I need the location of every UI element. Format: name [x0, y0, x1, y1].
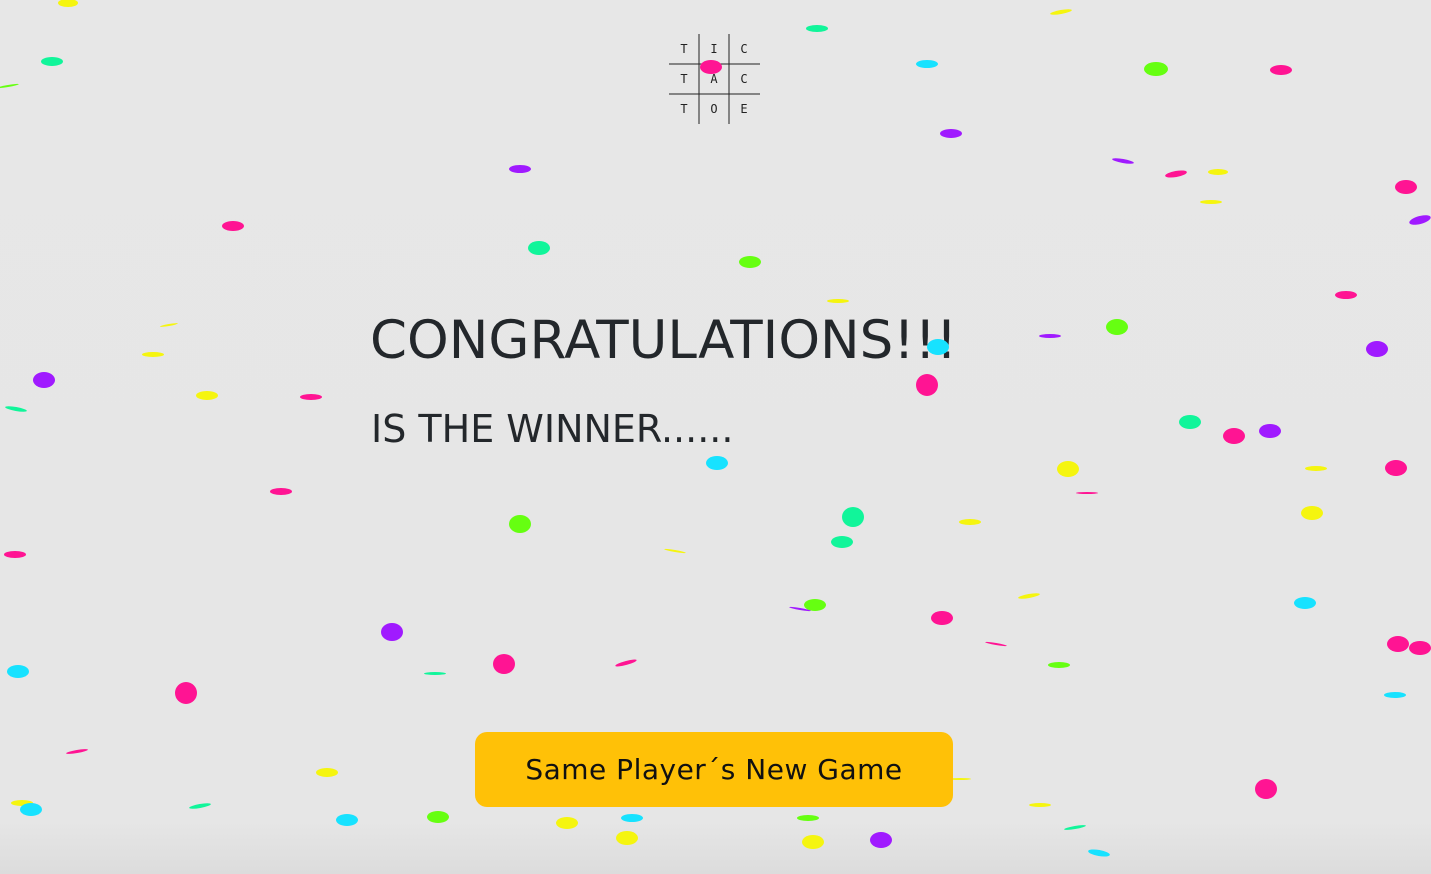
confetti-piece — [1259, 424, 1281, 438]
logo-letter: I — [710, 42, 718, 56]
tic-tac-toe-logo: T I C T A C T O E — [669, 34, 760, 124]
confetti-piece — [0, 83, 20, 89]
confetti-piece — [58, 0, 78, 7]
confetti-piece — [1076, 492, 1098, 494]
confetti-piece — [621, 814, 643, 822]
confetti-piece — [1270, 65, 1292, 75]
confetti-piece — [1335, 291, 1357, 299]
logo-letter: T — [680, 42, 688, 56]
logo-letter: E — [740, 102, 748, 116]
confetti-piece — [1063, 823, 1087, 831]
confetti-piece — [381, 623, 403, 641]
confetti-piece — [4, 550, 26, 558]
congratulations-heading: CONGRATULATIONS!!! — [370, 310, 958, 371]
confetti-piece — [1200, 200, 1222, 204]
confetti-piece — [188, 802, 212, 810]
confetti-piece — [336, 814, 358, 826]
confetti-piece — [11, 800, 33, 806]
confetti-piece — [916, 60, 938, 68]
confetti-piece — [1255, 779, 1277, 799]
confetti-piece — [931, 611, 953, 625]
confetti-piece — [842, 507, 864, 527]
confetti-piece — [20, 802, 42, 816]
confetti-piece — [493, 654, 515, 674]
confetti-piece — [1409, 641, 1431, 655]
confetti-piece — [806, 24, 828, 32]
confetti-piece — [706, 456, 728, 470]
confetti-piece — [65, 747, 89, 755]
confetti-piece — [7, 664, 29, 678]
confetti-piece — [1301, 506, 1323, 520]
confetti-piece — [1017, 592, 1041, 600]
confetti-piece — [870, 832, 892, 848]
new-game-button[interactable]: Same Player´s New Game — [475, 732, 953, 807]
confetti-piece — [1208, 169, 1228, 175]
confetti-piece — [427, 811, 449, 823]
confetti-piece — [222, 221, 244, 231]
confetti-piece — [1111, 157, 1135, 165]
confetti-piece — [1144, 62, 1168, 76]
confetti-piece — [509, 515, 531, 533]
confetti-piece — [1366, 341, 1388, 357]
logo-letter: T — [680, 102, 688, 116]
confetti-piece — [616, 831, 638, 845]
confetti-piece — [1048, 662, 1070, 668]
confetti-piece — [1385, 460, 1407, 476]
confetti-piece — [528, 241, 550, 255]
confetti-piece — [804, 599, 826, 611]
confetti-piece — [831, 536, 853, 548]
confetti-piece — [316, 767, 338, 777]
confetti-piece — [739, 256, 761, 268]
victory-screen: T I C T A C T O E CONGRATULATIONS!!! IS … — [0, 0, 1431, 874]
confetti-piece — [159, 322, 179, 328]
confetti-piece — [614, 658, 638, 668]
confetti-piece — [1408, 213, 1431, 227]
confetti-piece — [1106, 319, 1128, 335]
confetti-piece — [1294, 597, 1316, 609]
confetti-piece — [663, 548, 687, 554]
confetti-piece — [1395, 180, 1417, 194]
confetti-piece — [424, 671, 446, 675]
confetti-piece — [41, 56, 63, 66]
winner-text: IS THE WINNER...... — [371, 407, 734, 451]
confetti-piece — [940, 128, 962, 138]
confetti-piece — [1179, 415, 1201, 429]
logo-letter: C — [740, 72, 748, 86]
confetti-piece — [300, 394, 322, 400]
confetti-piece — [959, 519, 981, 525]
confetti-piece — [916, 374, 938, 396]
confetti-piece — [1029, 803, 1051, 807]
confetti-piece — [556, 817, 578, 829]
confetti-piece — [1049, 8, 1073, 16]
confetti-piece — [827, 299, 849, 303]
confetti-piece — [1223, 428, 1245, 444]
confetti-piece — [175, 682, 197, 704]
confetti-piece — [797, 815, 819, 821]
confetti-piece — [1384, 692, 1406, 698]
confetti-piece — [1387, 636, 1409, 652]
confetti-piece — [984, 641, 1008, 647]
confetti-piece — [1305, 465, 1327, 471]
confetti-piece — [4, 405, 28, 413]
confetti-piece — [142, 351, 164, 357]
confetti-piece — [1164, 169, 1188, 179]
confetti-piece — [788, 606, 812, 612]
logo-letter: O — [710, 102, 718, 116]
confetti-piece — [802, 835, 824, 849]
confetti-piece — [1057, 461, 1079, 477]
confetti-piece — [196, 390, 218, 400]
logo-letter: T — [680, 72, 688, 86]
confetti-piece — [1087, 848, 1111, 858]
confetti-piece — [33, 372, 55, 388]
confetti-piece — [509, 165, 531, 173]
confetti-piece — [1039, 334, 1061, 338]
logo-letter: C — [740, 42, 748, 56]
logo-letter: A — [710, 72, 718, 86]
confetti-piece — [270, 487, 292, 495]
